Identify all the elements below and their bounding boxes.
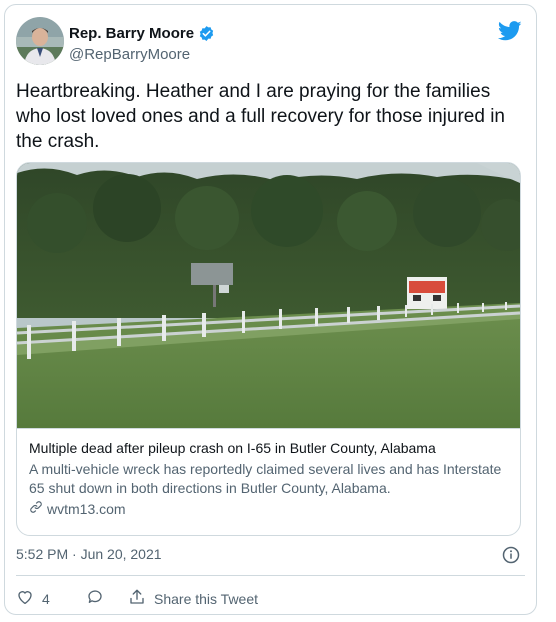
share-button[interactable]: Share this Tweet <box>128 588 258 609</box>
author-name-row[interactable]: Rep. Barry Moore <box>69 25 215 42</box>
share-label: Share this Tweet <box>154 590 259 607</box>
card-domain[interactable]: wvtm13.com <box>47 500 126 519</box>
tweet-timestamp[interactable]: 5:52 PM · Jun 20, 2021 <box>16 546 162 562</box>
link-icon <box>29 500 43 519</box>
verified-badge-icon <box>198 25 215 42</box>
divider <box>16 575 525 576</box>
share-icon <box>128 588 146 609</box>
author-handle[interactable]: @RepBarryMoore <box>69 46 190 63</box>
twitter-bird-icon[interactable] <box>497 21 522 41</box>
action-bar: 4 Share this Tweet <box>16 588 258 609</box>
link-preview-card[interactable]: Multiple dead after pileup crash on I-65… <box>16 162 521 536</box>
author-display-name[interactable]: Rep. Barry Moore <box>69 25 194 42</box>
card-image[interactable] <box>17 163 520 428</box>
card-description: A multi-vehicle wreck has reportedly cla… <box>29 461 502 496</box>
like-count: 4 <box>42 590 50 607</box>
info-icon[interactable] <box>502 546 520 564</box>
heart-icon <box>16 588 34 609</box>
card-domain-row[interactable]: wvtm13.com <box>29 500 508 519</box>
card-title[interactable]: Multiple dead after pileup crash on I-65… <box>29 439 508 458</box>
reply-button[interactable] <box>86 588 128 609</box>
card-body[interactable]: Multiple dead after pileup crash on I-65… <box>17 428 520 535</box>
tweet-card[interactable]: Rep. Barry Moore @RepBarryMoore Heartbre… <box>4 4 537 615</box>
reply-icon <box>86 588 104 609</box>
avatar[interactable] <box>16 17 64 65</box>
like-button[interactable]: 4 <box>16 588 86 609</box>
tweet-text: Heartbreaking. Heather and I are praying… <box>16 81 505 152</box>
